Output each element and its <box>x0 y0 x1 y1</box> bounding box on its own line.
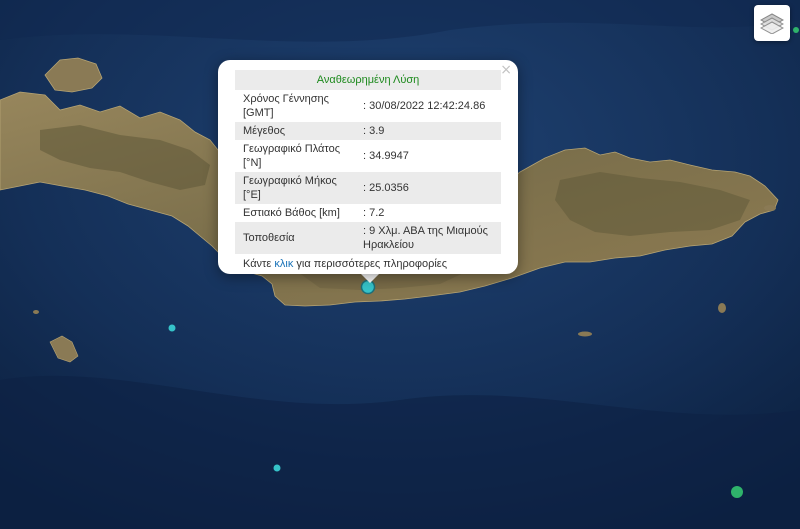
more-info-link[interactable]: κλικ <box>274 258 293 270</box>
earthquake-marker[interactable] <box>731 486 743 498</box>
small-islet-3 <box>718 303 726 313</box>
info-value: : 7.2 <box>363 207 385 219</box>
info-value: : 25.0356 <box>355 172 501 204</box>
small-islet-2 <box>578 331 592 337</box>
popup-title-row: Αναθεωρημένη Λύση <box>235 70 501 90</box>
popup-title: Αναθεωρημένη Λύση <box>235 70 501 90</box>
info-label: Γεωγραφικό Πλάτος [°N] <box>243 143 341 169</box>
earthquake-info-table: Αναθεωρημένη Λύση Χρόνος Γέννησης [GMT] … <box>235 70 501 254</box>
info-row-longitude: Γεωγραφικό Μήκος [°E] : 25.0356 <box>235 172 501 204</box>
info-value: : 9 Χλμ. ΑΒΑ της Μιαμούς Ηρακλείου <box>355 222 501 254</box>
info-label: Εστιακό Βάθος [km] <box>243 207 340 219</box>
earthquake-marker[interactable] <box>793 27 799 33</box>
more-info-suffix: για περισσότερες πληροφορίες <box>296 258 447 270</box>
earthquake-marker[interactable] <box>168 324 176 332</box>
small-islet-4 <box>764 205 776 211</box>
info-label: Χρόνος Γέννησης [GMT] <box>243 93 329 119</box>
info-row-location: Τοποθεσία : 9 Χλμ. ΑΒΑ της Μιαμούς Ηρακλ… <box>235 222 501 254</box>
small-islet-1 <box>33 310 39 314</box>
info-label: Μέγεθος <box>235 122 355 140</box>
earthquake-marker[interactable] <box>273 464 281 472</box>
popup-content: Αναθεωρημένη Λύση Χρόνος Γέννησης [GMT] … <box>235 70 501 270</box>
info-row-latitude: Γεωγραφικό Πλάτος [°N] : 34.9947 <box>235 140 501 172</box>
popup-tip <box>360 273 380 283</box>
info-label: Γεωγραφικό Μήκος [°E] <box>235 172 355 204</box>
info-row-depth: Εστιακό Βάθος [km] : 7.2 <box>235 204 501 222</box>
close-icon[interactable]: × <box>500 63 512 77</box>
layers-control-button[interactable] <box>754 5 790 41</box>
info-value: : 30/08/2022 12:42:24.86 <box>363 100 486 112</box>
info-row-origin-time: Χρόνος Γέννησης [GMT] : 30/08/2022 12:42… <box>235 90 501 122</box>
info-value: : 3.9 <box>355 122 501 140</box>
info-row-magnitude: Μέγεθος : 3.9 <box>235 122 501 140</box>
info-value: : 34.9947 <box>363 150 409 162</box>
more-info-prefix: Κάντε <box>243 258 272 270</box>
more-info-text: Κάντε κλικ για περισσότερες πληροφορίες <box>235 258 501 270</box>
info-label: Τοποθεσία <box>235 222 355 254</box>
layers-icon <box>760 13 784 34</box>
earthquake-popup: × Αναθεωρημένη Λύση Χρόνος Γέννησης [GMT… <box>218 60 518 274</box>
